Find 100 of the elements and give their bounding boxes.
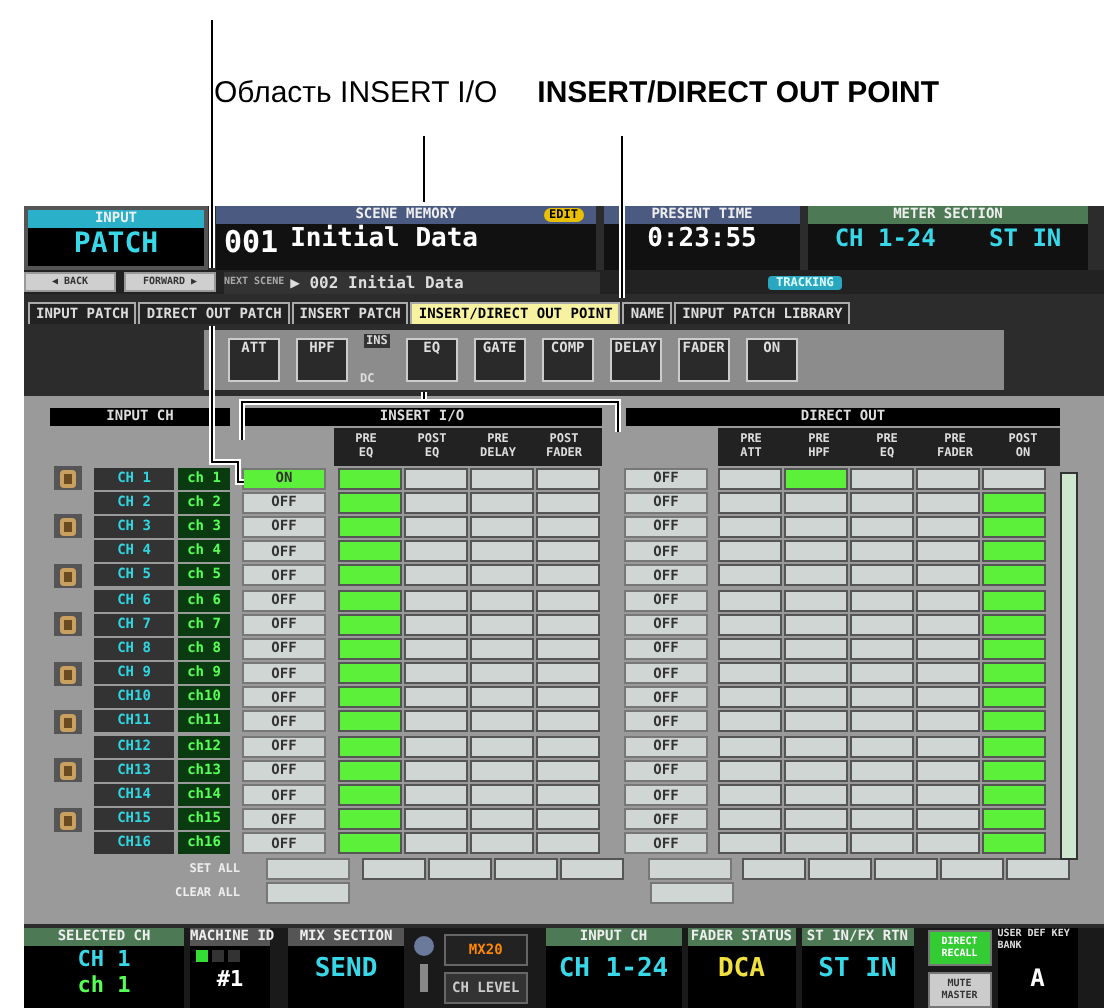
meter-button[interactable]: ST IN xyxy=(989,224,1062,252)
insert-point-button[interactable] xyxy=(404,686,468,709)
direct-point-button[interactable] xyxy=(718,491,782,514)
direct-point-button[interactable] xyxy=(916,686,980,709)
direct-point-button[interactable] xyxy=(916,515,980,538)
direct-point-button[interactable] xyxy=(982,589,1046,612)
set-all-button[interactable] xyxy=(940,857,1004,879)
direct-point-button[interactable] xyxy=(784,637,848,660)
direct-point-button[interactable] xyxy=(850,808,914,831)
insert-point-button[interactable] xyxy=(470,589,534,612)
direct-point-button[interactable] xyxy=(982,759,1046,782)
pair-link-icon[interactable] xyxy=(54,661,82,686)
insert-point-button[interactable] xyxy=(536,589,600,612)
direct-point-button[interactable] xyxy=(784,564,848,587)
insert-point-button[interactable] xyxy=(536,613,600,636)
insert-point-button[interactable] xyxy=(404,710,468,733)
insert-point-button[interactable] xyxy=(404,808,468,831)
direct-point-button[interactable] xyxy=(982,637,1046,660)
insert-point-button[interactable] xyxy=(470,735,534,758)
direct-point-button[interactable] xyxy=(982,613,1046,636)
direct-point-button[interactable] xyxy=(718,735,782,758)
insert-point-button[interactable] xyxy=(338,589,402,612)
direct-point-button[interactable] xyxy=(916,832,980,855)
direct-point-button[interactable] xyxy=(916,808,980,831)
direct-point-button[interactable] xyxy=(784,784,848,807)
pair-link-icon[interactable] xyxy=(54,563,82,588)
insert-point-button[interactable] xyxy=(338,540,402,563)
pair-link-icon[interactable] xyxy=(54,807,82,832)
direct-point-button[interactable] xyxy=(718,467,782,490)
set-all-button[interactable] xyxy=(808,857,872,879)
direct-point-button[interactable] xyxy=(718,686,782,709)
insert-point-button[interactable] xyxy=(338,467,402,490)
direct-point-button[interactable] xyxy=(850,540,914,563)
insert-point-button[interactable] xyxy=(338,832,402,855)
direct-point-button[interactable] xyxy=(982,662,1046,685)
direct-point-button[interactable] xyxy=(718,662,782,685)
insert-point-button[interactable] xyxy=(404,662,468,685)
insert-point-button[interactable] xyxy=(338,710,402,733)
direct-point-button[interactable] xyxy=(718,589,782,612)
direct-point-button[interactable] xyxy=(784,710,848,733)
direct-point-button[interactable] xyxy=(784,491,848,514)
pair-link-icon[interactable] xyxy=(54,709,82,734)
insert-point-button[interactable] xyxy=(536,735,600,758)
direct-point-button[interactable] xyxy=(916,662,980,685)
direct-point-button[interactable] xyxy=(916,540,980,563)
direct-point-button[interactable] xyxy=(982,808,1046,831)
insert-point-button[interactable] xyxy=(536,515,600,538)
direct-point-button[interactable] xyxy=(850,735,914,758)
insert-point-button[interactable] xyxy=(536,808,600,831)
direct-point-button[interactable] xyxy=(784,540,848,563)
insert-point-button[interactable] xyxy=(470,662,534,685)
direct-point-button[interactable] xyxy=(916,735,980,758)
insert-point-button[interactable] xyxy=(338,735,402,758)
insert-point-button[interactable] xyxy=(536,540,600,563)
insert-point-button[interactable] xyxy=(404,637,468,660)
direct-point-button[interactable] xyxy=(784,808,848,831)
insert-point-button[interactable] xyxy=(470,540,534,563)
direct-point-button[interactable] xyxy=(916,784,980,807)
direct-point-button[interactable] xyxy=(850,662,914,685)
pair-link-icon[interactable] xyxy=(54,758,82,783)
set-all-button[interactable] xyxy=(560,857,624,879)
direct-point-button[interactable] xyxy=(850,515,914,538)
insert-point-button[interactable] xyxy=(404,467,468,490)
direct-point-button[interactable] xyxy=(982,784,1046,807)
insert-point-button[interactable] xyxy=(536,759,600,782)
direct-point-button[interactable] xyxy=(916,467,980,490)
insert-point-button[interactable] xyxy=(338,662,402,685)
insert-point-button[interactable] xyxy=(404,613,468,636)
direct-point-button[interactable] xyxy=(916,613,980,636)
direct-point-button[interactable] xyxy=(916,491,980,514)
insert-point-button[interactable] xyxy=(470,637,534,660)
insert-point-button[interactable] xyxy=(404,515,468,538)
direct-point-button[interactable] xyxy=(718,784,782,807)
direct-point-button[interactable] xyxy=(982,710,1046,733)
insert-point-button[interactable] xyxy=(470,467,534,490)
direct-point-button[interactable] xyxy=(718,832,782,855)
set-all-button[interactable] xyxy=(494,857,558,879)
direct-point-button[interactable] xyxy=(718,515,782,538)
insert-point-button[interactable] xyxy=(536,467,600,490)
direct-point-button[interactable] xyxy=(784,686,848,709)
direct-point-button[interactable] xyxy=(850,637,914,660)
pair-link-icon[interactable] xyxy=(54,514,82,539)
set-all-button[interactable] xyxy=(874,857,938,879)
insert-point-button[interactable] xyxy=(404,491,468,514)
insert-point-button[interactable] xyxy=(338,759,402,782)
insert-point-button[interactable] xyxy=(338,515,402,538)
direct-point-button[interactable] xyxy=(718,759,782,782)
direct-point-button[interactable] xyxy=(718,637,782,660)
direct-point-button[interactable] xyxy=(982,515,1046,538)
pair-link-icon[interactable] xyxy=(54,612,82,637)
insert-point-button[interactable] xyxy=(404,735,468,758)
set-all-button[interactable] xyxy=(742,857,806,879)
clear-all-button[interactable] xyxy=(650,881,734,903)
direct-point-button[interactable] xyxy=(718,540,782,563)
meter-button[interactable]: CH 1-24 xyxy=(834,224,936,252)
direct-point-button[interactable] xyxy=(850,686,914,709)
insert-point-button[interactable] xyxy=(338,808,402,831)
direct-point-button[interactable] xyxy=(718,808,782,831)
insert-point-button[interactable] xyxy=(338,491,402,514)
direct-point-button[interactable] xyxy=(850,832,914,855)
